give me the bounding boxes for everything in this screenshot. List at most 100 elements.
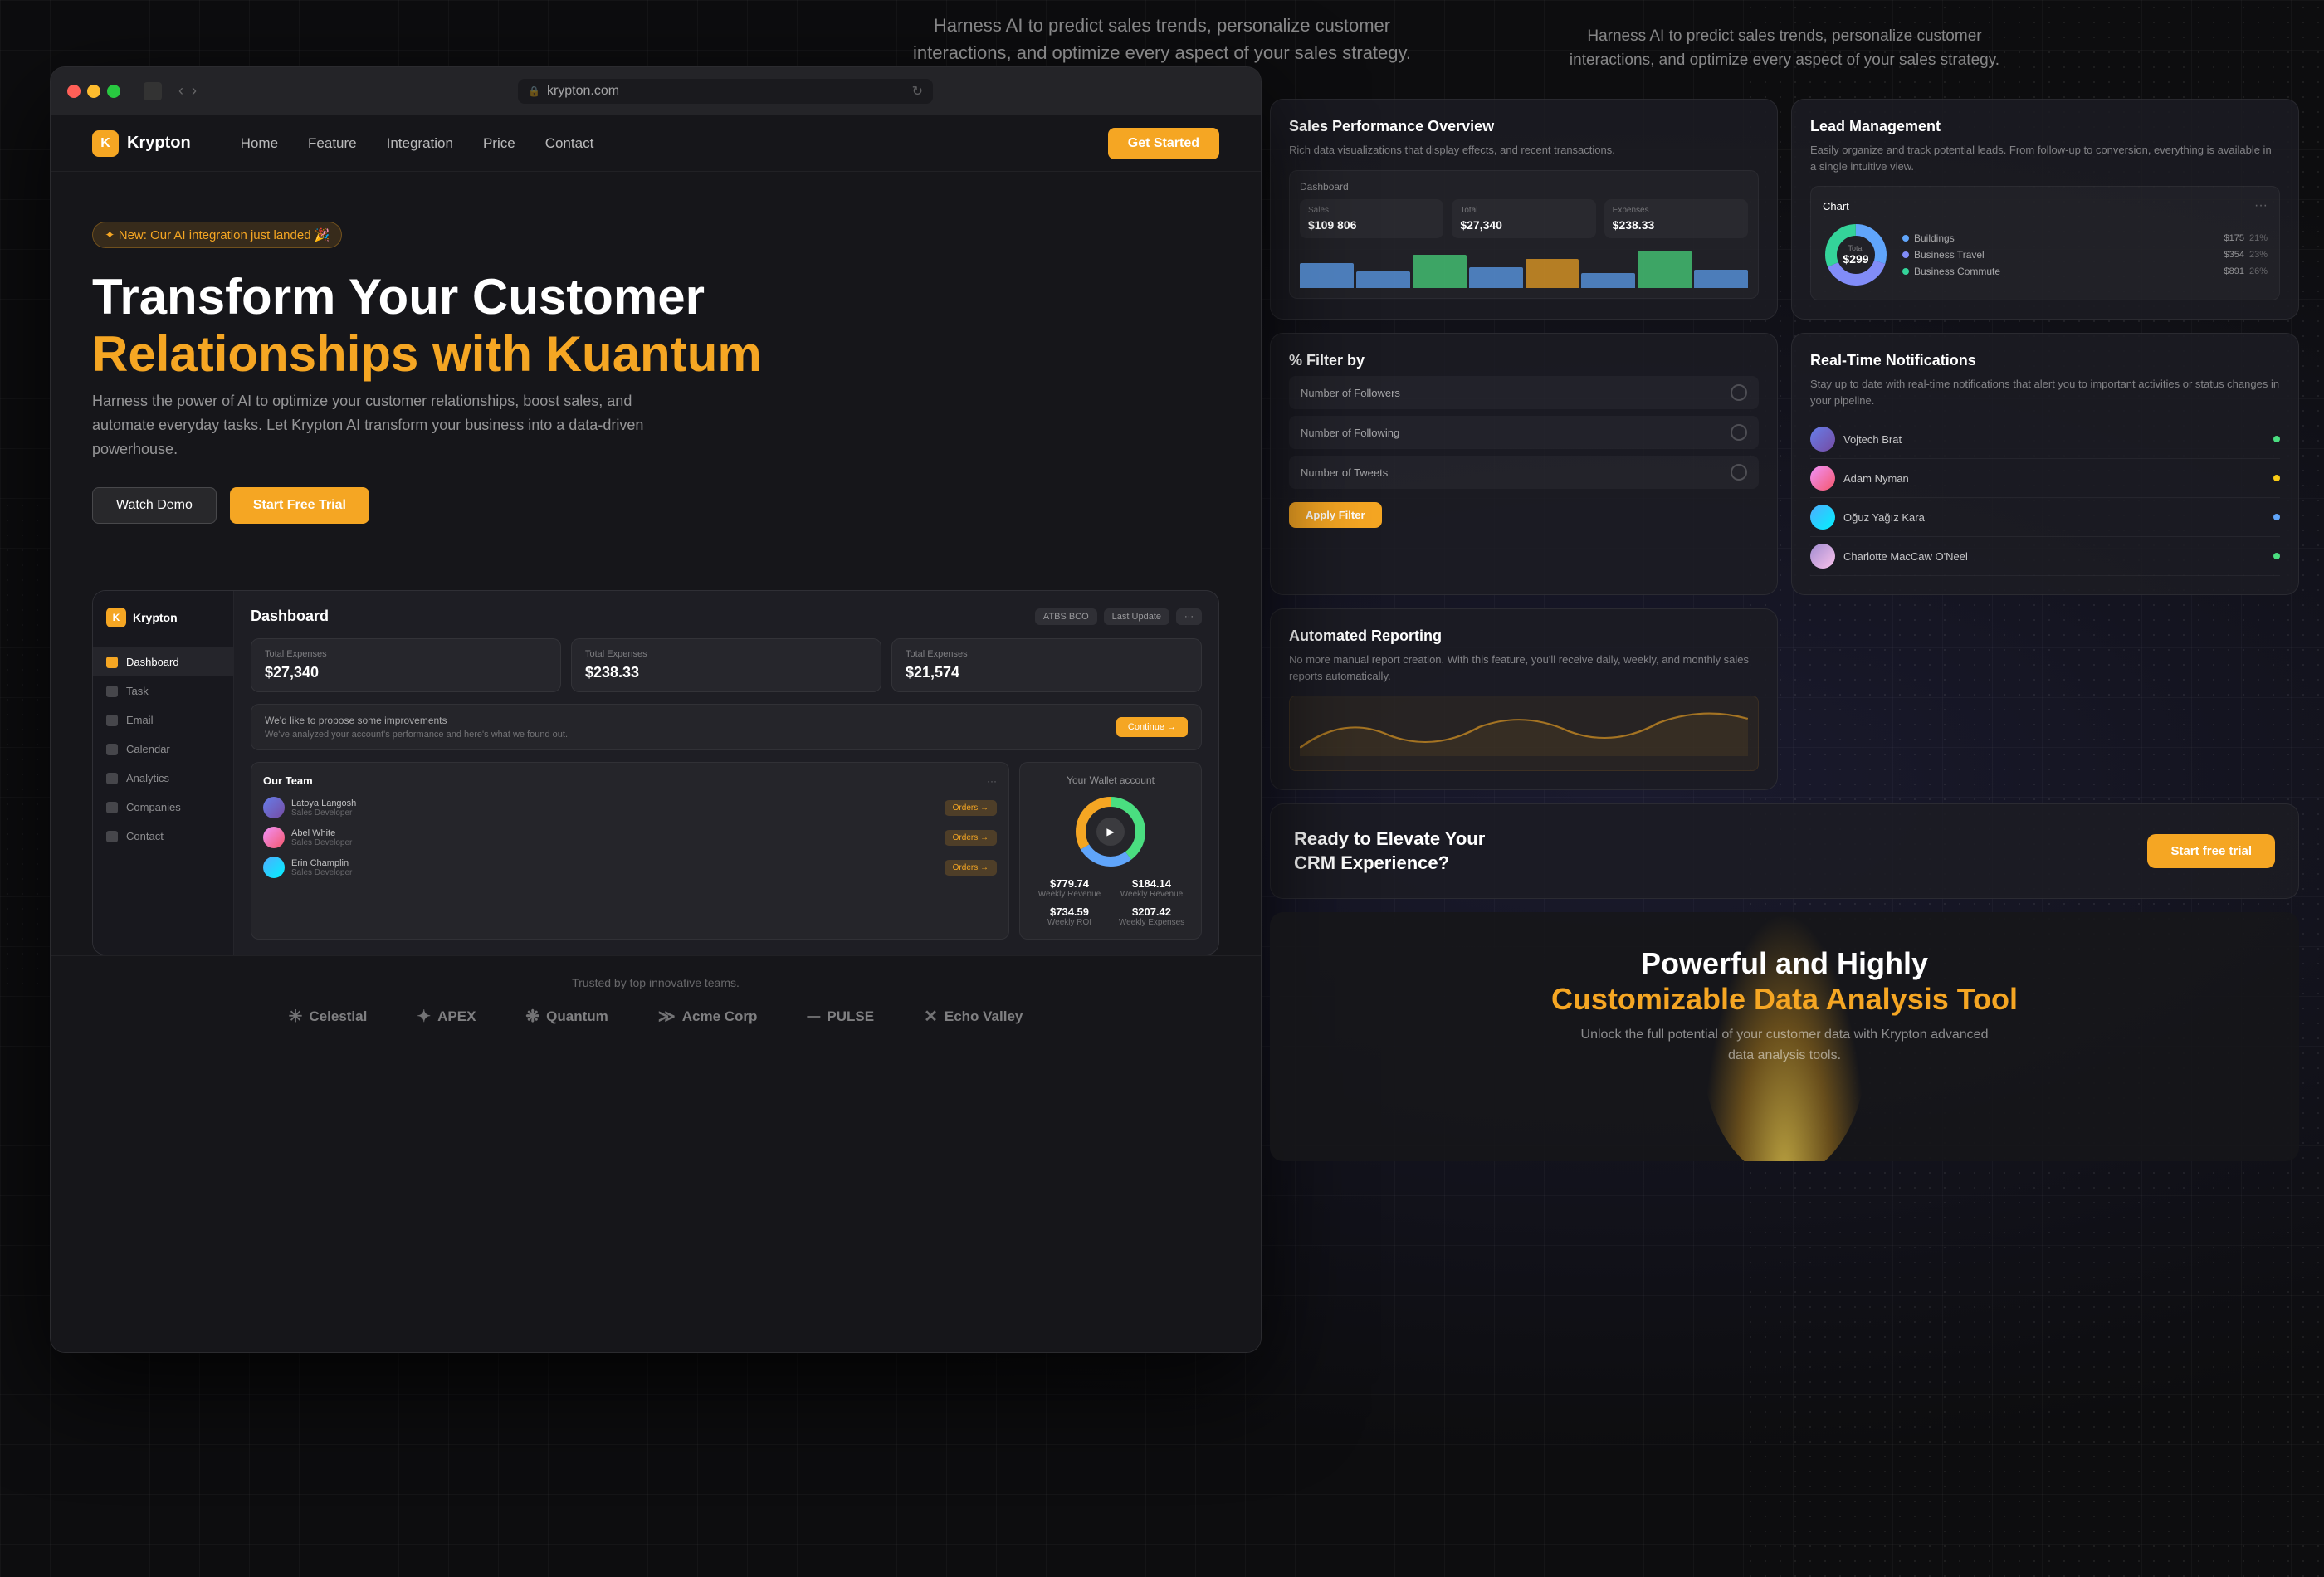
- address-bar[interactable]: 🔒 krypton.com ↻: [518, 79, 933, 104]
- traffic-light-red[interactable]: [67, 85, 81, 98]
- acme-corp-label: Acme Corp: [682, 1008, 758, 1025]
- bar-8: [1694, 270, 1748, 288]
- dash-nav-task[interactable]: Task: [93, 676, 233, 706]
- traffic-light-green[interactable]: [107, 85, 120, 98]
- browser-nav: ‹ ›: [178, 82, 197, 100]
- team-member-1: Latoya Langosh Sales Developer Orders →: [263, 797, 997, 818]
- nav-contact[interactable]: Contact: [545, 135, 594, 152]
- hero-title-line1: Transform Your Customer: [92, 269, 705, 325]
- notif-card: Real-Time Notifications Stay up to date …: [1791, 333, 2299, 595]
- dash-nav-email[interactable]: Email: [93, 706, 233, 735]
- dash-nav-contact[interactable]: Contact: [93, 822, 233, 851]
- nav-home[interactable]: Home: [241, 135, 278, 152]
- play-button[interactable]: ▶: [1096, 818, 1125, 846]
- acme-icon: ≫: [658, 1006, 676, 1027]
- member-info-3: Erin Champlin Sales Developer: [291, 858, 938, 877]
- notif-status-4: [2273, 553, 2280, 559]
- stat-card-1: Total Expenses $27,340: [251, 638, 561, 692]
- site-nav: K Krypton Home Feature Integration Price…: [51, 115, 1261, 172]
- notif-name-1: Vojtech Brat: [1843, 433, 1902, 446]
- member-avatar-2: [263, 827, 285, 848]
- refresh-button[interactable]: ↻: [912, 83, 923, 100]
- quantum-icon: ❋: [525, 1006, 540, 1027]
- nav-cta-button[interactable]: Get Started: [1108, 128, 1219, 159]
- orders-btn-3[interactable]: Orders →: [945, 860, 997, 876]
- legend-dot-2: [1902, 251, 1909, 258]
- donut-chart: Total $299: [1823, 222, 1889, 288]
- filter-item-2[interactable]: Number of Following: [1289, 416, 1759, 449]
- notif-title: Real-Time Notifications: [1810, 352, 2280, 369]
- legend-val-3: $891: [2224, 266, 2243, 276]
- notif-avatar-3: [1810, 505, 1835, 530]
- traffic-lights: [67, 85, 120, 98]
- legend-pct-1: 21%: [2249, 233, 2268, 243]
- browser-tab-icon[interactable]: [144, 82, 162, 100]
- continue-button[interactable]: Continue →: [1116, 717, 1188, 737]
- dash-pill-more[interactable]: ···: [1176, 608, 1202, 625]
- notif-name-4: Charlotte MacCaw O'Neel: [1843, 550, 1968, 563]
- dash-nav-dashboard[interactable]: Dashboard: [93, 647, 233, 676]
- bar-3: [1413, 255, 1467, 288]
- nav-feature[interactable]: Feature: [308, 135, 357, 152]
- dash-nav-analytics[interactable]: Analytics: [93, 764, 233, 793]
- brand-echo: ✕ Echo Valley: [924, 1006, 1023, 1027]
- wallet-stat-4: $207.42 Weekly Expenses: [1114, 906, 1189, 927]
- echo-icon: ✕: [924, 1006, 938, 1027]
- legend-label-3: Business Commute: [1914, 266, 2224, 277]
- member-info-1: Latoya Langosh Sales Developer: [291, 798, 938, 818]
- suggestion-content: We'd like to propose some improvements W…: [265, 715, 568, 740]
- dash-bottom: Our Team ··· Latoya Langosh Sales Develo…: [251, 762, 1202, 940]
- legend-val-2: $354: [2224, 250, 2243, 260]
- notif-item-3: Oğuz Yağız Kara: [1810, 498, 2280, 537]
- legend-label-2: Business Travel: [1914, 249, 2224, 261]
- start-trial-button[interactable]: Start Free Trial: [230, 487, 369, 524]
- cta-start-button[interactable]: Start free trial: [2147, 834, 2275, 868]
- dash-pill-2: Last Update: [1104, 608, 1169, 625]
- notif-item-2: Adam Nyman: [1810, 459, 2280, 498]
- reporting-card: Automated Reporting No more manual repor…: [1270, 608, 1778, 790]
- dash-nav-calendar[interactable]: Calendar: [93, 735, 233, 764]
- legend-label-1: Buildings: [1914, 232, 2224, 244]
- lead-mgmt-card: Lead Management Easily organize and trac…: [1791, 99, 2299, 320]
- filter-item-1[interactable]: Number of Followers: [1289, 376, 1759, 409]
- filter-circle-2: [1731, 424, 1747, 441]
- filter-item-3[interactable]: Number of Tweets: [1289, 456, 1759, 489]
- mini-stats-row: Sales $109 806 Total $27,340 Expenses $2…: [1300, 199, 1748, 238]
- stat-card-2: Total Expenses $238.33: [571, 638, 881, 692]
- chart-more[interactable]: ···: [2254, 198, 2268, 213]
- stat-label-3: Total Expenses: [906, 649, 1188, 659]
- nav-integration[interactable]: Integration: [387, 135, 453, 152]
- nav-price[interactable]: Price: [483, 135, 515, 152]
- back-arrow[interactable]: ‹: [178, 82, 183, 100]
- chart-title: Chart: [1823, 200, 1849, 212]
- legend-dot-1: [1902, 235, 1909, 242]
- orders-btn-1[interactable]: Orders →: [945, 800, 997, 816]
- member-avatar-1: [263, 797, 285, 818]
- watch-demo-button[interactable]: Watch Demo: [92, 487, 217, 524]
- notif-avatar-2: [1810, 466, 1835, 491]
- dash-sidebar: K Krypton Dashboard Task: [93, 591, 234, 954]
- filter-submit-button[interactable]: Apply Filter: [1289, 502, 1382, 528]
- right-section: Harness AI to predict sales trends, pers…: [1245, 0, 2324, 1577]
- traffic-light-yellow[interactable]: [87, 85, 100, 98]
- notif-avatar-1: [1810, 427, 1835, 452]
- donut-center: Total $299: [1843, 244, 1868, 266]
- hero-title-line2: Relationships with Kuantum: [92, 326, 762, 382]
- dash-nav-companies[interactable]: Companies: [93, 793, 233, 822]
- lead-mgmt-desc: Easily organize and track potential lead…: [1810, 142, 2280, 174]
- team-more[interactable]: ···: [987, 775, 997, 787]
- member-name-3: Erin Champlin: [291, 858, 938, 868]
- cta-text-block: Ready to Elevate Your CRM Experience?: [1294, 828, 1485, 875]
- member-name-2: Abel White: [291, 828, 938, 838]
- mini-stat-3: Expenses $238.33: [1604, 199, 1748, 238]
- dash-main: Dashboard ATBS BCO Last Update ··· Total…: [234, 591, 1218, 954]
- dash-title: Dashboard: [251, 608, 329, 625]
- donut-total-val: $299: [1843, 252, 1868, 266]
- hero-subtitle: Harness the power of AI to optimize your…: [92, 389, 673, 461]
- brand-acme: ≫ Acme Corp: [658, 1006, 758, 1027]
- forward-arrow[interactable]: ›: [192, 82, 197, 100]
- orders-btn-2[interactable]: Orders →: [945, 830, 997, 846]
- apex-icon: ✦: [417, 1006, 431, 1027]
- dash-pills: ATBS BCO Last Update ···: [1035, 608, 1202, 625]
- lead-mgmt-title: Lead Management: [1810, 118, 2280, 135]
